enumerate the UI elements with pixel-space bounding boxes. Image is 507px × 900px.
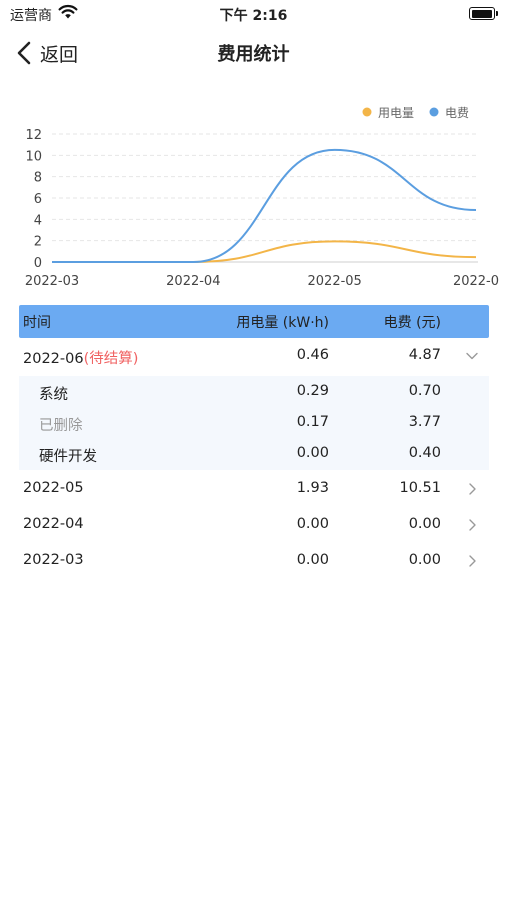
detail-name: 系统 xyxy=(39,387,68,403)
x-tick-label: 2022-0 xyxy=(453,274,499,289)
y-tick-label: 4 xyxy=(34,213,42,228)
legend-marker-usage xyxy=(362,107,372,117)
row-month: 2022-03 xyxy=(23,552,84,568)
row-fee: 0.00 xyxy=(408,516,441,532)
usage-fee-line-chart: 0 2 4 6 8 10 12 2022-03 2022-04 2022-05 2022-0 用电… xyxy=(25,106,499,289)
table-row-2022-05[interactable]: 2022-05 1.93 10.51 xyxy=(19,471,489,507)
table-header: 时间 用电量 (kW·h) 电费 (元) xyxy=(19,305,489,338)
row-fee: 0.00 xyxy=(408,552,441,568)
detail-name: 已删除 xyxy=(39,418,83,434)
detail-name: 硬件开发 xyxy=(39,449,97,465)
y-tick-label: 2 xyxy=(34,235,42,250)
header-time: 时间 xyxy=(23,314,51,331)
series-line-fee xyxy=(52,148,477,263)
x-tick-label: 2022-04 xyxy=(166,274,220,289)
row-month: 2022-04 xyxy=(23,516,84,532)
y-tick-label: 12 xyxy=(25,128,42,143)
table-row-2022-06[interactable]: 2022-06(待结算) 0.46 4.87 xyxy=(19,338,489,374)
chevron-down-icon[interactable] xyxy=(465,349,479,363)
x-tick-label: 2022-03 xyxy=(25,274,79,289)
detail-fee: 3.77 xyxy=(408,414,441,430)
header-usage: 用电量 (kW·h) xyxy=(236,314,329,331)
chevron-right-icon[interactable] xyxy=(465,554,479,568)
nav-bar: 返回 费用统计 xyxy=(0,30,507,76)
series-line-usage xyxy=(52,240,477,263)
row-month: 2022-05 xyxy=(23,480,84,496)
page-title: 费用统计 xyxy=(217,44,290,65)
x-tick-label: 2022-05 xyxy=(308,274,362,289)
legend-label-usage[interactable]: 用电量 xyxy=(378,106,414,120)
row-detail-panel: 系统 0.29 0.70 已删除 0.17 3.77 硬件开发 0.00 0.4… xyxy=(19,376,489,470)
y-tick-label: 6 xyxy=(34,192,42,207)
detail-usage: 0.29 xyxy=(296,383,329,399)
row-usage: 0.00 xyxy=(296,516,329,532)
table-row-2022-04[interactable]: 2022-04 0.00 0.00 xyxy=(19,507,489,543)
pending-status: (待结算) xyxy=(83,351,139,367)
detail-usage: 0.00 xyxy=(296,445,329,461)
detail-fee: 0.40 xyxy=(408,445,441,461)
chevron-right-icon[interactable] xyxy=(465,518,479,532)
row-fee: 4.87 xyxy=(408,347,441,363)
battery-icon xyxy=(469,7,498,20)
table-row-2022-03[interactable]: 2022-03 0.00 0.00 xyxy=(19,543,489,579)
legend-marker-fee xyxy=(429,107,439,117)
row-month: 2022-06(待结算) xyxy=(23,351,139,367)
y-tick-label: 10 xyxy=(25,149,42,164)
status-bar: 运营商 下午 2:16 xyxy=(0,0,507,30)
chevron-right-icon[interactable] xyxy=(465,482,479,496)
y-tick-label: 8 xyxy=(34,171,42,186)
row-fee: 10.51 xyxy=(399,480,441,496)
legend-label-fee[interactable]: 电费 xyxy=(445,106,469,120)
detail-row: 系统 0.29 0.70 xyxy=(19,376,489,407)
status-time: 下午 2:16 xyxy=(219,8,288,24)
row-usage: 1.93 xyxy=(296,480,329,496)
row-usage: 0.00 xyxy=(296,552,329,568)
detail-usage: 0.17 xyxy=(296,414,329,430)
detail-row: 已删除 0.17 3.77 xyxy=(19,407,489,438)
y-tick-label: 0 xyxy=(34,256,42,271)
header-fee: 电费 (元) xyxy=(383,314,441,331)
detail-row: 硬件开发 0.00 0.40 xyxy=(19,438,489,469)
detail-fee: 0.70 xyxy=(408,383,441,399)
row-usage: 0.46 xyxy=(296,347,329,363)
